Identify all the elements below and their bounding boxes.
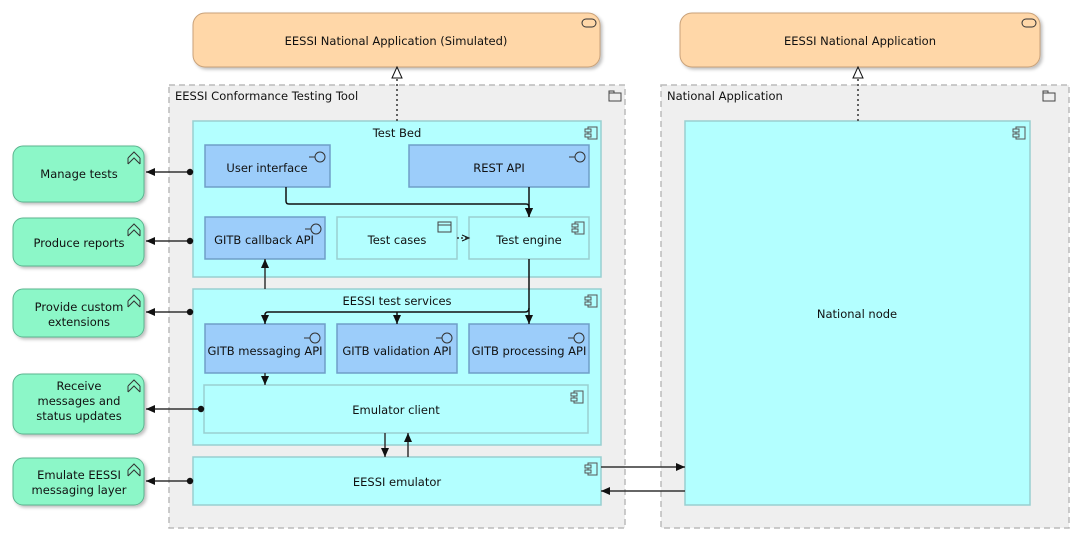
node-label: extensions [48, 315, 110, 329]
node-label: GITB processing API [472, 344, 587, 358]
node-label: GITB callback API [214, 233, 314, 247]
service-receive-messages[interactable]: Receive messages and status updates [12, 373, 145, 435]
node-label: Provide custom [35, 300, 124, 314]
node-label: Test cases [367, 233, 427, 247]
service-manage-tests[interactable]: Manage tests [12, 145, 145, 203]
data-object-test-cases[interactable]: Test cases [336, 216, 458, 260]
component-test-engine[interactable]: Test engine [468, 216, 590, 260]
external-app-simulated[interactable]: EESSI National Application (Simulated) [192, 12, 601, 68]
node-label: User interface [226, 161, 307, 175]
architecture-diagram: EESSI Conformance Testing Tool National … [12, 12, 1070, 529]
node-label: Emulator client [352, 403, 440, 417]
node-label: GITB validation API [342, 344, 451, 358]
interface-gitb-messaging-api[interactable]: GITB messaging API [204, 323, 326, 374]
group-label: National Application [667, 89, 783, 103]
node-label: Test engine [495, 233, 562, 247]
interface-gitb-processing-api[interactable]: GITB processing API [468, 323, 590, 374]
group-label: EESSI Conformance Testing Tool [175, 89, 358, 103]
component-eessi-emulator[interactable]: EESSI emulator [192, 456, 602, 506]
node-label: EESSI National Application (Simulated) [285, 34, 508, 48]
node-label: Manage tests [40, 167, 117, 181]
service-provide-custom-extensions[interactable]: Provide custom extensions [12, 288, 145, 338]
interface-gitb-callback-api[interactable]: GITB callback API [204, 216, 326, 260]
node-label: REST API [473, 161, 524, 175]
node-label: National node [817, 307, 897, 321]
external-app-real[interactable]: EESSI National Application [679, 12, 1041, 68]
node-label: EESSI test services [342, 294, 451, 308]
service-produce-reports[interactable]: Produce reports [12, 217, 145, 267]
interface-rest-api[interactable]: REST API [408, 144, 590, 188]
node-label: GITB messaging API [207, 344, 322, 358]
interface-gitb-validation-api[interactable]: GITB validation API [336, 323, 458, 374]
node-label: Receive [56, 379, 101, 393]
node-label: Produce reports [33, 236, 124, 250]
interface-user-interface[interactable]: User interface [204, 144, 331, 188]
node-label: EESSI emulator [353, 475, 442, 489]
node-label: status updates [36, 409, 122, 423]
node-label: Emulate EESSI [37, 468, 121, 482]
service-emulate-messaging-layer[interactable]: Emulate EESSI messaging layer [12, 457, 145, 506]
component-national-node[interactable]: National node [684, 120, 1031, 506]
node-label: messaging layer [32, 483, 127, 497]
node-label: messages and [38, 394, 121, 408]
node-label: Test Bed [372, 126, 422, 140]
node-label: EESSI National Application [784, 34, 936, 48]
component-emulator-client[interactable]: Emulator client [203, 384, 589, 434]
